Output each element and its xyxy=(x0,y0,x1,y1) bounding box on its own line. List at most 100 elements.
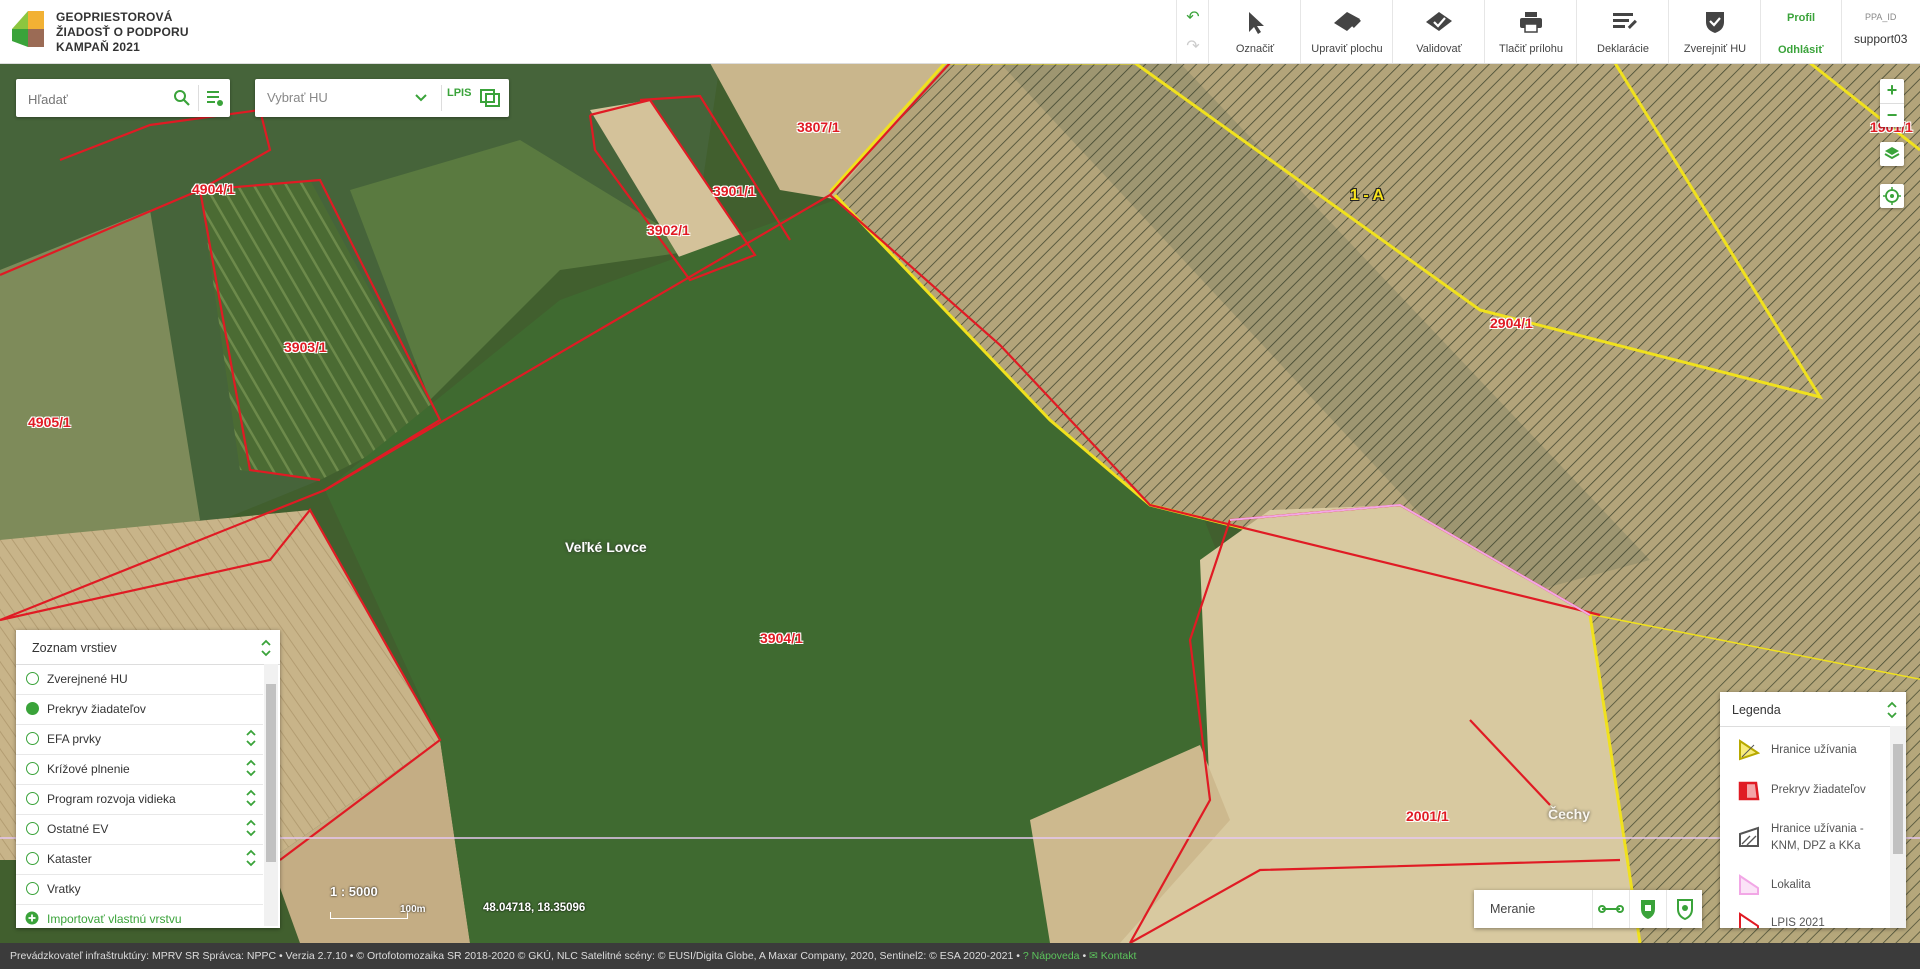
layer-radio[interactable] xyxy=(26,852,39,865)
tool-select-button[interactable]: Označiť xyxy=(1208,0,1301,63)
search-input[interactable] xyxy=(26,88,170,110)
layer-radio[interactable] xyxy=(26,822,39,835)
tool-edit-area-button[interactable]: Upraviť plochu xyxy=(1300,0,1393,63)
clear-shield-icon xyxy=(1677,899,1693,921)
legend-label: Lokalita xyxy=(1771,879,1811,891)
app-header: GEOPRIESTOROVÁ ŽIADOSŤ O PODPORU KAMPAŇ … xyxy=(0,0,1920,64)
layers-panel-header[interactable]: Zoznam vrstiev xyxy=(16,630,280,665)
layer-label: EFA prvky xyxy=(47,732,102,746)
layer-item-krizove-plnenie[interactable]: Krížové plnenie xyxy=(16,754,263,785)
expand-icon[interactable] xyxy=(245,787,257,809)
undo-redo-group: ↶ ↷ xyxy=(1176,0,1209,63)
measure-distance-button[interactable] xyxy=(1592,890,1629,928)
legend-scrollbar[interactable] xyxy=(1890,726,1906,928)
redo-icon[interactable]: ↷ xyxy=(1184,38,1202,56)
parcel-label: 2904/1 xyxy=(1490,315,1533,331)
printer-icon xyxy=(1520,12,1542,33)
tool-publish-button[interactable]: Zverejniť HU xyxy=(1668,0,1761,63)
layer-label: Prekryv žiadateľov xyxy=(47,702,146,716)
publish-shield-icon xyxy=(1706,12,1724,33)
search-divider xyxy=(198,85,199,111)
layers-scrollbar[interactable] xyxy=(264,664,278,926)
layer-radio[interactable] xyxy=(26,882,39,895)
add-circle-icon xyxy=(25,911,39,925)
layer-label: Vratky xyxy=(47,882,81,896)
layer-item-program-rozvoja-vidieka[interactable]: Program rozvoja vidieka xyxy=(16,784,263,815)
layer-radio[interactable] xyxy=(26,732,39,745)
layers-icon xyxy=(1884,147,1900,160)
layer-radio[interactable] xyxy=(26,792,39,805)
zoom-out-button[interactable]: − xyxy=(1880,103,1904,128)
edit-area-icon xyxy=(1334,12,1361,31)
logout-link[interactable]: Odhlásiť xyxy=(1778,44,1824,56)
expand-icon[interactable] xyxy=(245,817,257,839)
collapse-icon[interactable] xyxy=(260,639,272,657)
layer-radio[interactable] xyxy=(26,672,39,685)
scale-bar xyxy=(330,912,408,919)
mail-icon: ✉ xyxy=(1089,950,1098,962)
legend-label: Hranice užívania - KNM, DPZ a KKa xyxy=(1771,823,1864,852)
layer-label: Kataster xyxy=(47,852,92,866)
footer-text: Prevádzkovateľ infraštruktúry: MPRV SR S… xyxy=(10,950,1020,962)
import-layer-button[interactable]: Importovať vlastnú vrstvu xyxy=(16,904,263,934)
layer-item-zverejnene-hu[interactable]: Zverejnené HU xyxy=(16,664,263,695)
layer-item-kataster[interactable]: Kataster xyxy=(16,844,263,875)
expand-icon[interactable] xyxy=(245,757,257,779)
undo-icon[interactable]: ↶ xyxy=(1184,9,1202,27)
measure-clear-button[interactable] xyxy=(1666,890,1703,928)
place-name-label: Veľké Lovce xyxy=(565,539,647,555)
expand-icon[interactable] xyxy=(245,727,257,749)
map-canvas[interactable]: 3807/1 4904/1 3901/1 3902/1 3903/1 4905/… xyxy=(0,63,1920,943)
layer-label: Zverejnené HU xyxy=(47,672,128,686)
help-icon: ? xyxy=(1022,950,1029,962)
knm-boundary-swatch-icon xyxy=(1739,826,1759,847)
legend-header[interactable]: Legenda xyxy=(1720,692,1906,727)
measure-toolbar: Meranie xyxy=(1474,890,1702,928)
lpis-toggle-button[interactable]: LPIS xyxy=(447,87,471,99)
profile-link[interactable]: Profil xyxy=(1787,12,1815,24)
lpis-swatch-icon xyxy=(1739,912,1759,928)
tool-publish-label: Zverejniť HU xyxy=(1683,43,1747,55)
crosshair-icon xyxy=(1883,187,1901,205)
hu-select[interactable]: Vybrať HU xyxy=(267,90,328,105)
locate-button[interactable] xyxy=(1880,184,1904,208)
profile-box: Profil Odhlásiť PPA_ID support03 xyxy=(1760,0,1920,63)
profile-divider xyxy=(1841,0,1842,63)
tool-declarations-button[interactable]: Deklarácie xyxy=(1576,0,1669,63)
scale-bar-label: 100m xyxy=(400,904,426,915)
chevron-down-icon[interactable] xyxy=(415,93,427,103)
parcel-label: 3903/1 xyxy=(284,339,327,355)
search-list-icon[interactable] xyxy=(206,89,224,107)
layer-compare-icon[interactable] xyxy=(480,89,500,107)
layer-item-efa-prvky[interactable]: EFA prvky xyxy=(16,724,263,755)
hu-boundary-swatch-icon xyxy=(1739,739,1760,761)
zoom-control: + − xyxy=(1880,79,1904,127)
overlap-swatch-icon xyxy=(1738,781,1760,801)
layer-radio[interactable] xyxy=(26,762,39,775)
measure-area-button[interactable] xyxy=(1629,890,1666,928)
tool-validate-label: Validovať xyxy=(1416,43,1462,55)
contact-link[interactable]: Kontakt xyxy=(1101,950,1137,962)
layer-item-prekryv-ziadatelov[interactable]: Prekryv žiadateľov xyxy=(16,694,263,725)
help-link[interactable]: Nápoveda xyxy=(1032,950,1080,962)
parcel-label: 4904/1 xyxy=(192,181,235,197)
zoom-in-button[interactable]: + xyxy=(1880,79,1904,103)
ruler-icon xyxy=(1598,905,1624,913)
hu-selector: Vybrať HU LPIS xyxy=(255,79,509,117)
layers-toggle-button[interactable] xyxy=(1880,142,1904,166)
parcel-label: 3902/1 xyxy=(647,222,690,238)
layer-radio-checked[interactable] xyxy=(26,702,39,715)
search-icon[interactable] xyxy=(173,89,191,107)
search-bar xyxy=(16,79,230,117)
app-title: GEOPRIESTOROVÁ ŽIADOSŤ O PODPORU KAMPAŇ … xyxy=(56,10,189,55)
tool-print-button[interactable]: Tlačiť prílohu xyxy=(1484,0,1577,63)
layer-item-vratky[interactable]: Vratky xyxy=(16,874,263,905)
collapse-icon[interactable] xyxy=(1886,701,1898,719)
layer-item-ostatne-ev[interactable]: Ostatné EV xyxy=(16,814,263,845)
scrollbar-thumb[interactable] xyxy=(1893,744,1903,854)
scrollbar-thumb[interactable] xyxy=(266,684,276,862)
expand-icon[interactable] xyxy=(245,847,257,869)
tool-validate-button[interactable]: Validovať xyxy=(1392,0,1485,63)
locality-swatch-icon xyxy=(1739,874,1759,895)
tool-select-label: Označiť xyxy=(1235,43,1275,55)
